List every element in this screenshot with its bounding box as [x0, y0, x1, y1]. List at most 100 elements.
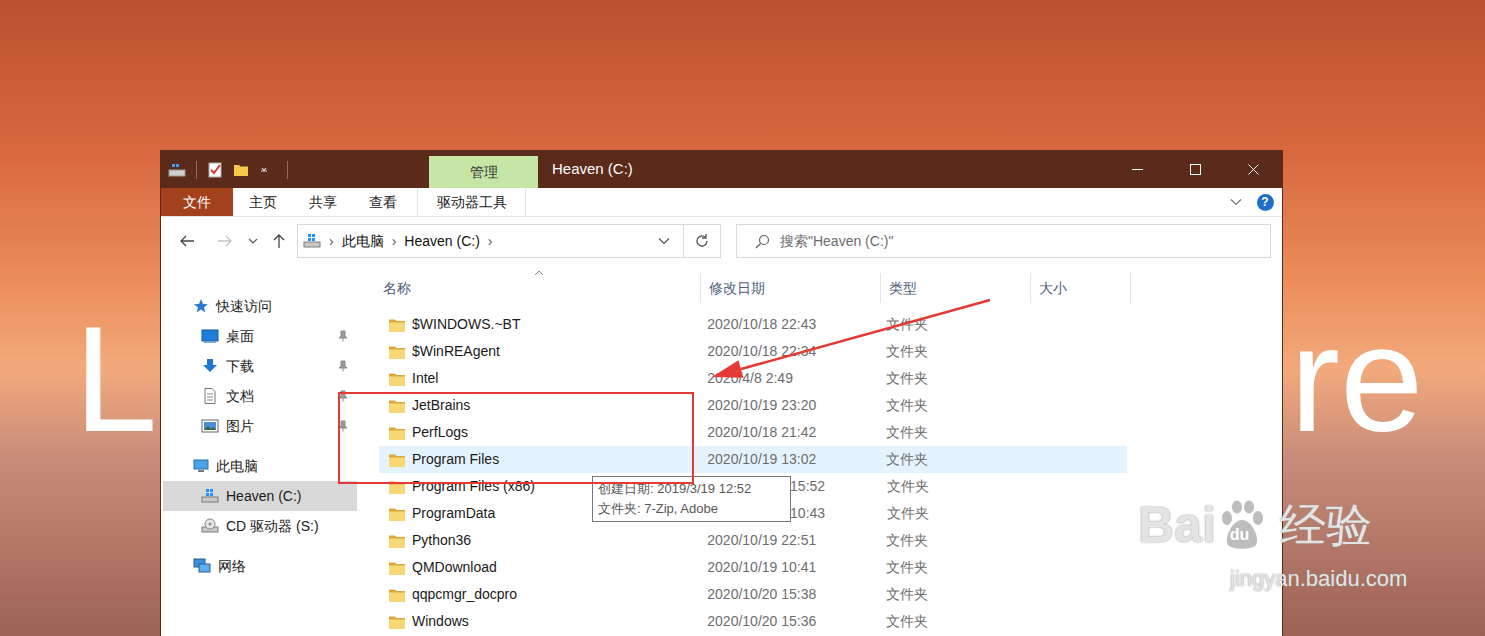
refresh-icon: [694, 233, 710, 249]
back-icon: [179, 234, 195, 248]
maximize-icon: [1190, 164, 1201, 175]
folder-icon: [389, 426, 405, 440]
pin-icon[interactable]: [337, 360, 349, 372]
sidebar-item[interactable]: 快速访问: [163, 291, 357, 321]
path-segment[interactable]: 此电脑: [342, 231, 384, 252]
folder-icon: [389, 534, 405, 548]
maximize-button[interactable]: [1166, 151, 1224, 188]
file-row[interactable]: PerfLogs2020/10/18 21:42文件夹: [379, 419, 1127, 446]
sort-ascending-icon: [534, 270, 544, 276]
network-icon: [193, 558, 211, 574]
annotation-box: [338, 392, 694, 484]
expand-ribbon-icon[interactable]: [1230, 198, 1242, 206]
path-separator[interactable]: ›: [488, 231, 493, 252]
path-separator[interactable]: ›: [329, 231, 334, 252]
toolbar-divider: [196, 161, 197, 179]
baidu-paw-logo: du: [1218, 500, 1266, 550]
folder-icon: [389, 345, 405, 359]
search-icon: [755, 234, 770, 249]
column-header[interactable]: 类型: [881, 265, 1031, 311]
explorer-body: 快速访问桌面下载文档图片此电脑Heaven (C:)CD 驱动器 (S:)网络名…: [161, 265, 1282, 636]
expand-ribbon-button[interactable]: [1224, 188, 1248, 216]
computer-icon[interactable]: [168, 163, 186, 177]
new-folder-icon[interactable]: [233, 162, 249, 178]
recent-icon: [248, 237, 258, 245]
baidu-watermark: Baidu经验jingyan.baidu.com: [1138, 500, 1407, 590]
recent-button[interactable]: [245, 237, 261, 245]
desktop: Lre管理Heaven (C:)文件主页共享查看驱动器工具?›此电脑›Heave…: [0, 0, 1485, 636]
forward-icon: [217, 234, 233, 248]
folder-icon: [389, 480, 405, 494]
context-tab-header[interactable]: 管理: [429, 156, 538, 188]
drive-icon: [201, 488, 219, 504]
folder-icon: [389, 318, 405, 332]
back-button[interactable]: [177, 234, 197, 248]
address-dropdown-icon[interactable]: [658, 237, 670, 245]
column-header[interactable]: 大小: [1031, 265, 1131, 311]
up-button[interactable]: [271, 233, 287, 249]
quick-access-toolbar: [161, 151, 429, 188]
folder-icon: [389, 399, 405, 413]
close-icon: [1248, 164, 1259, 175]
address-bar[interactable]: › 此电脑 › Heaven (C:) ›: [297, 224, 721, 258]
download-icon: [201, 358, 219, 374]
search-box[interactable]: 搜索"Heaven (C:)": [736, 224, 1271, 258]
minimize-icon: [1132, 164, 1143, 175]
wallpaper-text: L: [74, 304, 157, 454]
sidebar-item[interactable]: 网络: [163, 551, 357, 581]
navigation-pane: 快速访问桌面下载文档图片此电脑Heaven (C:)CD 驱动器 (S:) 网络: [161, 265, 359, 636]
sidebar-item[interactable]: 桌面: [163, 321, 357, 351]
path-segment[interactable]: Heaven (C:): [404, 231, 479, 252]
ribbon-tabs: 文件主页共享查看驱动器工具?: [161, 188, 1282, 217]
ribbon-tab[interactable]: 主页: [233, 188, 293, 216]
star-icon: [193, 298, 209, 314]
desktop-icon: [201, 328, 219, 344]
window-title: Heaven (C:): [538, 151, 1108, 188]
file-row[interactable]: qqpcmgr_docpro2020/10/20 15:38文件夹: [379, 581, 1127, 608]
close-button[interactable]: [1224, 151, 1282, 188]
file-row[interactable]: QMDownload2020/10/19 10:41文件夹: [379, 554, 1127, 581]
sidebar-item[interactable]: CD 驱动器 (S:): [163, 511, 357, 541]
pictures-icon: [201, 418, 219, 434]
sidebar-item[interactable]: 图片: [163, 411, 357, 441]
help-button[interactable]: ?: [1248, 188, 1282, 216]
folder-icon: [389, 615, 405, 629]
file-row[interactable]: Program Files2020/10/19 13:02文件夹: [379, 446, 1127, 473]
folder-icon: [389, 507, 405, 521]
ribbon-tab[interactable]: 驱动器工具: [417, 188, 526, 216]
ribbon-tab[interactable]: 共享: [293, 188, 353, 216]
up-icon: [272, 233, 286, 249]
ribbon-tab[interactable]: 文件: [161, 188, 233, 216]
cd-drive-icon: [201, 518, 219, 534]
minimize-button[interactable]: [1108, 151, 1166, 188]
address-row: › 此电脑 › Heaven (C:) › 搜索"Heaven (C:)": [161, 217, 1282, 265]
column-headers: 名称修改日期类型大小: [379, 265, 1282, 311]
customize-toolbar-icon[interactable]: [259, 165, 269, 175]
file-row[interactable]: $WINDOWS.~BT2020/10/18 22:43文件夹: [379, 311, 1127, 338]
sidebar-item[interactable]: 此电脑: [163, 451, 357, 481]
this-pc-icon: [193, 458, 209, 474]
file-row[interactable]: JetBrains2020/10/19 23:20文件夹: [379, 392, 1127, 419]
file-list: 名称修改日期类型大小$WINDOWS.~BT2020/10/18 22:43文件…: [359, 265, 1282, 636]
title-bar[interactable]: 管理Heaven (C:): [161, 151, 1282, 188]
file-row[interactable]: Intel2020/4/8 2:49文件夹: [379, 365, 1127, 392]
refresh-button[interactable]: [683, 225, 720, 257]
path-separator[interactable]: ›: [392, 231, 397, 252]
ribbon-tab[interactable]: 查看: [353, 188, 413, 216]
sidebar-item[interactable]: 下载: [163, 351, 357, 381]
file-row[interactable]: $WinREAgent2020/10/18 22:34文件夹: [379, 338, 1127, 365]
wallpaper-text: re: [1290, 304, 1423, 454]
explorer-window[interactable]: 管理Heaven (C:)文件主页共享查看驱动器工具?›此电脑›Heaven (…: [160, 150, 1283, 636]
file-row[interactable]: Windows2020/10/20 15:36文件夹: [379, 608, 1127, 635]
column-header[interactable]: 名称: [379, 265, 701, 311]
forward-button[interactable]: [215, 234, 235, 248]
document-icon: [201, 388, 219, 404]
address-dropdown[interactable]: [645, 225, 683, 257]
sidebar-item[interactable]: Heaven (C:): [163, 481, 357, 511]
pin-icon[interactable]: [337, 330, 349, 342]
properties-icon[interactable]: [207, 162, 223, 178]
folder-icon: [389, 588, 405, 602]
sidebar-item[interactable]: 文档: [163, 381, 357, 411]
file-row[interactable]: Python362020/10/19 22:51文件夹: [379, 527, 1127, 554]
column-header[interactable]: 修改日期: [701, 265, 881, 311]
